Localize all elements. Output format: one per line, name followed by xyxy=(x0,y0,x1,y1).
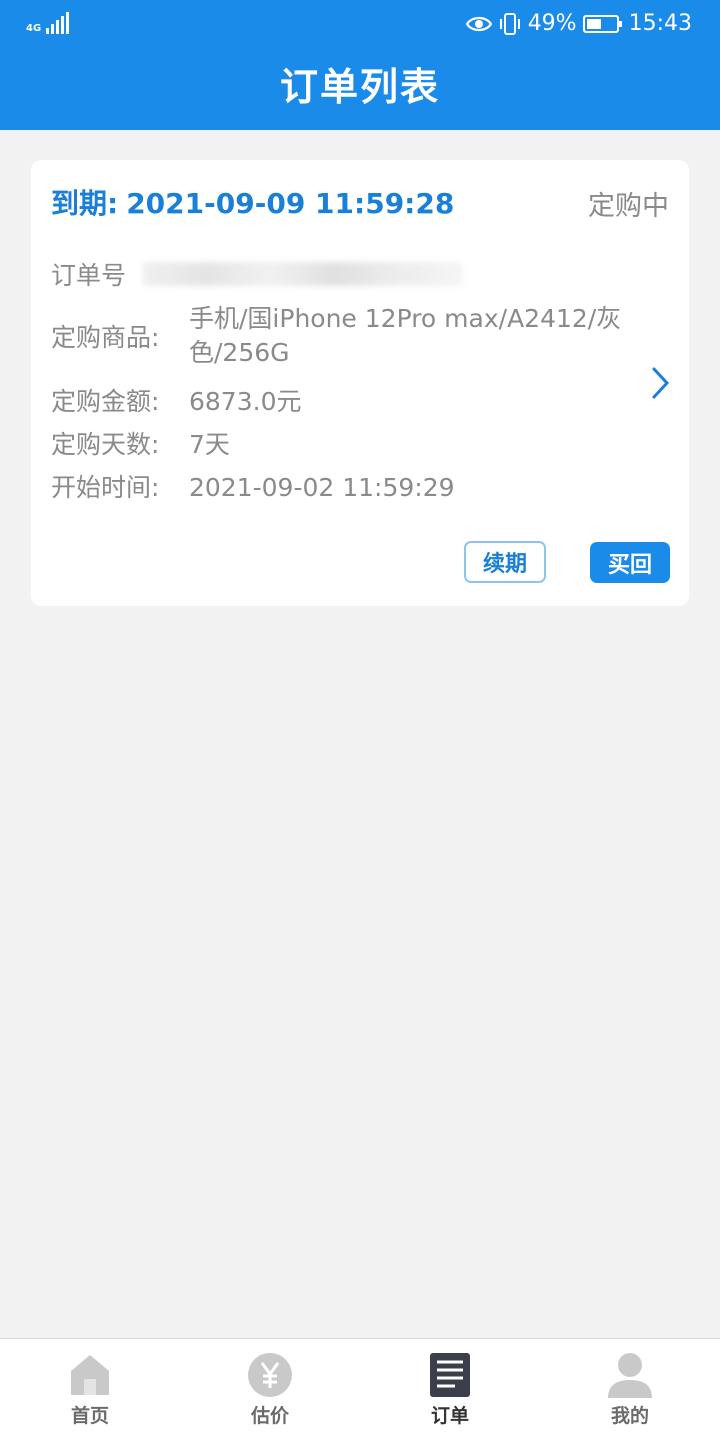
network-type: 4G xyxy=(26,23,42,34)
home-icon xyxy=(69,1351,111,1399)
tab-label: 我的 xyxy=(610,1405,649,1427)
yen-icon xyxy=(247,1351,293,1399)
tab-label: 首页 xyxy=(70,1405,109,1427)
page-title: 订单列表 xyxy=(279,65,440,109)
chevron-right-icon[interactable] xyxy=(651,366,671,404)
amount-row: 定购金额: 6873.0元 xyxy=(51,382,301,418)
eye-icon xyxy=(465,14,492,34)
days-label: 定购天数: xyxy=(51,430,160,459)
goods-value: 手机/国iPhone 12Pro max/A2412/灰色/256G xyxy=(189,304,622,367)
order-number-label: 订单号 xyxy=(51,261,127,290)
days-value: 7天 xyxy=(189,430,230,459)
buyback-button[interactable]: 买回 xyxy=(590,542,670,583)
order-number-redacted xyxy=(143,262,463,286)
battery-icon xyxy=(582,14,623,34)
renew-button[interactable]: 续期 xyxy=(464,541,546,583)
tab-mine[interactable]: 我的 xyxy=(540,1339,720,1440)
tab-label: 订单 xyxy=(430,1405,469,1427)
order-list-icon xyxy=(429,1351,471,1399)
goods-label: 定购商品: xyxy=(51,323,160,352)
start-time-row: 开始时间: 2021-09-02 11:59:29 xyxy=(51,468,455,504)
status-badge: 定购中 xyxy=(588,191,669,222)
signal-icon: 4G xyxy=(26,12,70,34)
start-time-label: 开始时间: xyxy=(51,473,160,502)
vibrate-icon xyxy=(498,12,522,36)
amount-value: 6873.0元 xyxy=(189,387,302,416)
start-time-value: 2021-09-02 11:59:29 xyxy=(189,473,455,502)
due-time: 2021-09-09 11:59:28 xyxy=(126,187,455,220)
status-bar: 4G 49% 15:43 xyxy=(0,0,720,50)
order-number-row: 订单号 xyxy=(51,256,463,292)
order-card[interactable]: 到期: 2021-09-09 11:59:28 定购中 订单号 定购商品: 手机/… xyxy=(31,160,689,606)
days-row: 定购天数: 7天 xyxy=(51,425,230,461)
goods-row: 定购商品: xyxy=(51,318,189,354)
user-icon xyxy=(606,1351,654,1399)
clock: 15:43 xyxy=(628,11,692,36)
amount-label: 定购金额: xyxy=(51,387,160,416)
tab-orders[interactable]: 订单 xyxy=(360,1339,540,1440)
bottom-tab-bar: 首页 估价 订单 我的 xyxy=(0,1338,720,1440)
tab-valuation[interactable]: 估价 xyxy=(180,1339,360,1440)
due-label: 到期: xyxy=(51,187,119,220)
battery-percent: 49% xyxy=(527,11,577,36)
tab-home[interactable]: 首页 xyxy=(0,1339,180,1440)
due-date: 到期: 2021-09-09 11:59:28 xyxy=(51,182,454,222)
app-header: 4G 49% 15:43 订单列表 xyxy=(0,0,720,130)
tab-label: 估价 xyxy=(250,1405,289,1427)
